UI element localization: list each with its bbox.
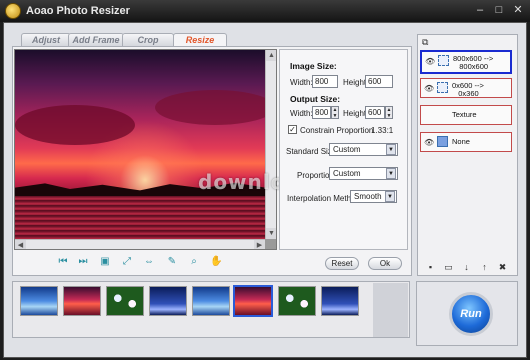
image-width-field[interactable]: 800: [312, 75, 338, 88]
chevron-down-icon[interactable]: ▼: [386, 144, 396, 155]
output-width-field[interactable]: 800: [312, 106, 331, 119]
thumbnail-sky[interactable]: [192, 286, 230, 316]
task-text: 800x600 --> 800x600: [453, 54, 494, 71]
pick-icon[interactable]: ✎: [166, 256, 178, 268]
standard-size-select[interactable]: Custom ▼: [329, 143, 398, 156]
task-text: 0x600 --> 0x360: [452, 81, 484, 98]
vertical-scrollbar[interactable]: ▲ ▼: [265, 50, 276, 239]
chevron-down-icon[interactable]: ▼: [385, 191, 395, 202]
aspect-ratio-value: 1.33:1: [371, 126, 394, 135]
swap-icon[interactable]: ⇔: [143, 256, 155, 268]
sunset-photo: [15, 50, 275, 249]
window-title: Aoao Photo Resizer: [26, 5, 130, 17]
scroll-down-icon[interactable]: ▼: [266, 228, 276, 239]
hand-icon[interactable]: ✋: [210, 256, 222, 268]
thumbnail-sunset[interactable]: [63, 286, 101, 316]
maximize-button[interactable]: □: [492, 4, 506, 17]
output-size-header: Output Size:: [290, 94, 341, 104]
horizontal-scrollbar[interactable]: ◀ ▶: [15, 239, 265, 249]
task-item-resize-1[interactable]: 👁 800x600 --> 800x600: [420, 50, 512, 74]
standard-size-value: Custom: [333, 145, 361, 154]
image-preview[interactable]: ▲ ▼ ◀ ▶: [14, 49, 277, 250]
output-width-label: Width:: [290, 109, 313, 118]
visibility-eye-icon[interactable]: 👁: [424, 138, 434, 147]
constrain-checkbox[interactable]: ✓: [288, 125, 297, 134]
resize-icon: [438, 55, 449, 66]
thumbnail-night[interactable]: [149, 286, 187, 316]
resize-icon: [437, 82, 448, 93]
water-reflection: [15, 196, 265, 239]
image-size-header: Image Size:: [290, 61, 337, 71]
image-height-field[interactable]: 600: [365, 75, 393, 88]
app-logo-icon: [5, 3, 21, 19]
fit-icon[interactable]: ▣: [99, 256, 111, 268]
task-item-resize-2[interactable]: 👁 0x600 --> 0x360: [420, 78, 512, 98]
visibility-eye-icon[interactable]: 👁: [424, 84, 434, 93]
up-icon[interactable]: ↑: [479, 262, 490, 273]
interpolation-value: Smooth: [354, 192, 382, 201]
layers-icon[interactable]: ⧉: [422, 37, 436, 47]
task-item-frame[interactable]: 👁 None: [420, 132, 512, 152]
last-icon[interactable]: ⏭: [77, 256, 89, 268]
tab-crop[interactable]: Crop: [122, 33, 174, 46]
close-button[interactable]: ✕: [511, 4, 525, 17]
width-stepper[interactable]: ▲ ▼: [331, 106, 339, 119]
constrain-label: Constrain Proportion: [300, 126, 374, 135]
proportion-value: Custom: [333, 169, 361, 178]
frame-icon: [437, 136, 448, 147]
cloud: [15, 105, 135, 145]
reset-button[interactable]: Reset: [325, 257, 359, 270]
thumbnail-flowers[interactable]: [278, 286, 316, 316]
down-icon[interactable]: ↓: [461, 262, 472, 273]
tab-adjust[interactable]: Adjust: [21, 33, 71, 46]
interpolation-select[interactable]: Smooth ▼: [350, 190, 397, 203]
thumbnail-sunset-selected[interactable]: [233, 285, 273, 317]
thumbnail-flowers[interactable]: [106, 286, 144, 316]
thumbnail-sky[interactable]: [20, 286, 58, 316]
cloud: [155, 90, 275, 125]
run-button[interactable]: Run: [449, 292, 493, 336]
chevron-down-icon[interactable]: ▼: [386, 168, 396, 179]
task-text: None: [452, 137, 470, 146]
open-icon[interactable]: ▭: [443, 262, 454, 273]
task-item-texture[interactable]: Texture: [420, 105, 512, 125]
zoom-icon[interactable]: ⌕: [188, 256, 200, 268]
thumbnail-night[interactable]: [321, 286, 359, 316]
minimize-button[interactable]: –: [473, 4, 487, 17]
tab-resize[interactable]: Resize: [173, 33, 227, 46]
proportion-select[interactable]: Custom ▼: [329, 167, 398, 180]
fullscreen-icon[interactable]: ⤢: [121, 256, 133, 268]
save-icon[interactable]: ▪: [425, 262, 436, 273]
scroll-left-icon[interactable]: ◀: [15, 240, 26, 249]
tab-add-frame[interactable]: Add Frame: [68, 33, 124, 46]
scroll-right-icon[interactable]: ▶: [254, 240, 265, 249]
visibility-eye-icon[interactable]: 👁: [425, 57, 435, 66]
height-stepper[interactable]: ▲ ▼: [385, 106, 393, 119]
task-text: Texture: [452, 110, 477, 119]
delete-icon[interactable]: ✖: [497, 262, 508, 273]
output-height-field[interactable]: 600: [365, 106, 385, 119]
strip-scroll-area[interactable]: [373, 283, 408, 337]
title-bar[interactable]: Aoao Photo Resizer – □ ✕: [0, 0, 530, 22]
first-icon[interactable]: ⏮: [57, 256, 69, 268]
ok-button[interactable]: Ok: [368, 257, 402, 270]
image-width-label: Width:: [290, 78, 313, 87]
scroll-up-icon[interactable]: ▲: [266, 50, 276, 61]
